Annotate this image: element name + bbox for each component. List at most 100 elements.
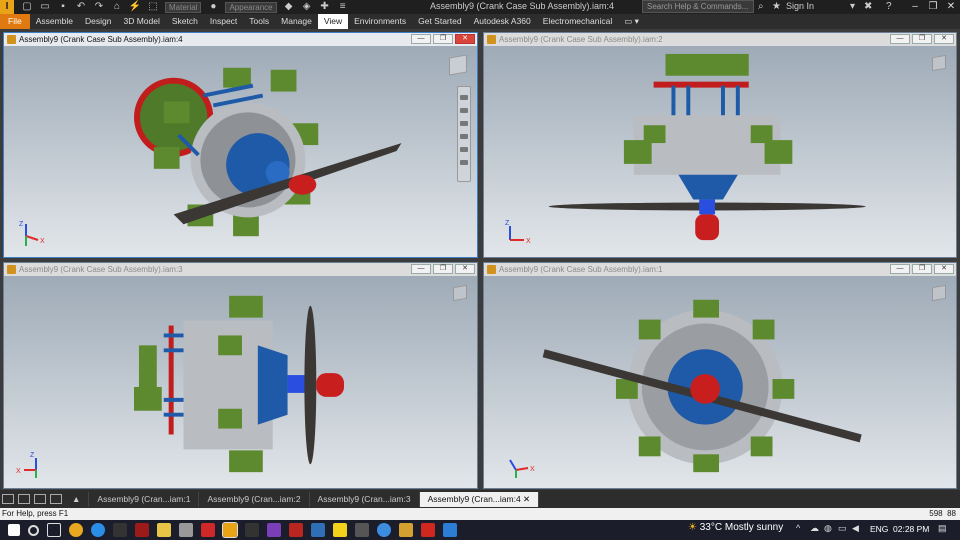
chrome-icon[interactable] [69,523,83,537]
open-file-icon[interactable]: ▭ [38,1,52,13]
app-icon[interactable] [355,523,369,537]
app-icon[interactable] [333,523,347,537]
tab-3d-model[interactable]: 3D Model [118,14,166,29]
save-icon[interactable]: ▪ [56,1,70,13]
model-view[interactable]: X [484,276,956,488]
viewport-iam-4[interactable]: Assembly9 (Crank Case Sub Assembly).iam:… [3,32,478,258]
restore-button[interactable]: ❐ [924,0,942,13]
inventor-icon[interactable] [222,522,238,538]
file-explorer-icon[interactable] [157,523,171,537]
network-icon[interactable]: ▭ [838,523,847,534]
viewport-iam-1[interactable]: Assembly9 (Crank Case Sub Assembly).iam:… [483,262,957,489]
app-icon[interactable] [443,523,457,537]
viewport-minimize-button[interactable]: — [890,264,910,274]
redo-icon[interactable]: ↷ [92,1,106,13]
acrobat-icon[interactable] [421,523,435,537]
help-search-input[interactable]: Search Help & Commands... [642,0,754,13]
help-icon[interactable]: ? [886,0,892,13]
select-icon[interactable]: ⬚ [146,1,160,13]
ribbon-options-icon[interactable]: ▭ ▾ [618,14,645,29]
cloud-icon[interactable]: ☁ [810,523,819,534]
exchange-icon[interactable]: ✖ [864,0,872,13]
clock[interactable]: 02:28 PM [893,524,929,534]
favorite-star-icon[interactable]: ★ [772,0,781,13]
viewport-minimize-button[interactable]: — [411,34,431,44]
update-icon[interactable]: ⚡ [128,1,142,13]
viewport-iam-3[interactable]: Assembly9 (Crank Case Sub Assembly).iam:… [3,262,478,489]
new-file-icon[interactable]: ▢ [20,1,34,13]
app-icon[interactable] [377,523,391,537]
viewport-restore-button[interactable]: ❐ [912,264,932,274]
appearance-select[interactable]: Appearance [225,1,277,13]
tab-manage[interactable]: Manage [275,14,318,29]
app-icon[interactable] [245,523,259,537]
app-icon[interactable] [289,523,303,537]
app-icon[interactable] [311,523,325,537]
app-icon[interactable] [135,523,149,537]
volume-icon[interactable]: ◀ [852,523,859,534]
close-button[interactable]: ✕ [942,0,960,13]
language-indicator[interactable]: ENG [870,524,888,534]
nav-options-icon[interactable] [460,160,468,165]
cascade-windows-icon[interactable] [2,494,14,504]
viewport-close-button[interactable]: ✕ [455,34,475,44]
orbit-icon[interactable] [460,134,468,139]
tab-file[interactable]: File [0,14,30,29]
home-icon[interactable]: ⌂ [110,1,124,13]
tab-electromechanical[interactable]: Electromechanical [537,14,618,29]
tab-view[interactable]: View [317,14,349,29]
model-view[interactable]: Z X [484,46,956,257]
viewport-restore-button[interactable]: ❐ [433,34,453,44]
viewport-minimize-button[interactable]: — [890,34,910,44]
model-view[interactable]: Z X [4,46,477,257]
clear-appearance-icon[interactable]: ◆ [282,1,296,13]
tile-vertical-icon[interactable] [18,494,30,504]
open-documents-menu-icon[interactable]: ▲ [64,491,90,507]
document-tab-iam-2[interactable]: Assembly9 (Cran...iam:2 [199,491,310,507]
viewport-close-button[interactable]: ✕ [934,264,954,274]
document-tab-iam-3[interactable]: Assembly9 (Cran...iam:3 [310,491,420,507]
autocad-icon[interactable] [201,523,215,537]
search-icon[interactable] [28,524,39,536]
tab-design[interactable]: Design [79,14,117,29]
viewport-iam-2[interactable]: Assembly9 (Crank Case Sub Assembly).iam:… [483,32,957,258]
navigation-bar[interactable] [457,86,471,182]
tile-horizontal-icon[interactable] [34,494,46,504]
close-tab-icon[interactable]: ✕ [523,494,530,504]
tab-sketch[interactable]: Sketch [166,14,204,29]
tab-environments[interactable]: Environments [348,14,412,29]
pan-icon[interactable] [460,108,468,113]
weather-widget[interactable]: ☀ 33°C Mostly sunny [688,522,783,533]
tab-get-started[interactable]: Get Started [412,14,467,29]
visual-studio-icon[interactable] [267,523,281,537]
viewport-close-button[interactable]: ✕ [934,34,954,44]
tab-tools[interactable]: Tools [243,14,275,29]
material-select[interactable]: Material [165,1,202,13]
app-icon[interactable] [113,523,127,537]
notification-icon[interactable]: ▤ [938,523,947,534]
windows-start-icon[interactable] [8,524,20,536]
viewport-close-button[interactable]: ✕ [455,264,475,274]
viewcube-icon[interactable] [453,284,467,302]
document-tab-iam-4[interactable]: Assembly9 (Cran...iam:4 ✕ [419,491,540,507]
appearance-ball-icon[interactable]: ● [206,1,220,13]
viewcube-icon[interactable] [932,284,946,302]
viewcube-icon[interactable] [449,54,467,76]
undo-icon[interactable]: ↶ [74,1,88,13]
document-tab-iam-1[interactable]: Assembly9 (Cran...iam:1 [89,491,200,507]
viewport-restore-button[interactable]: ❐ [433,264,453,274]
minimize-button[interactable]: – [906,0,924,13]
sign-in-button[interactable]: Sign In [786,1,814,11]
model-view[interactable]: Z X [4,276,477,488]
viewport-restore-button[interactable]: ❐ [912,34,932,44]
telegram-icon[interactable] [91,523,105,537]
binoculars-icon[interactable]: ⌕ [758,0,764,13]
add-icon[interactable]: ✚ [318,1,332,13]
app-icon[interactable] [399,523,413,537]
viewport-minimize-button[interactable]: — [411,264,431,274]
tab-autodesk-a360[interactable]: Autodesk A360 [468,14,537,29]
adjust-icon[interactable]: ◈ [300,1,314,13]
app-icon[interactable] [179,523,193,537]
steering-wheel-icon[interactable] [460,95,468,100]
globe-icon[interactable]: ◍ [824,523,832,534]
